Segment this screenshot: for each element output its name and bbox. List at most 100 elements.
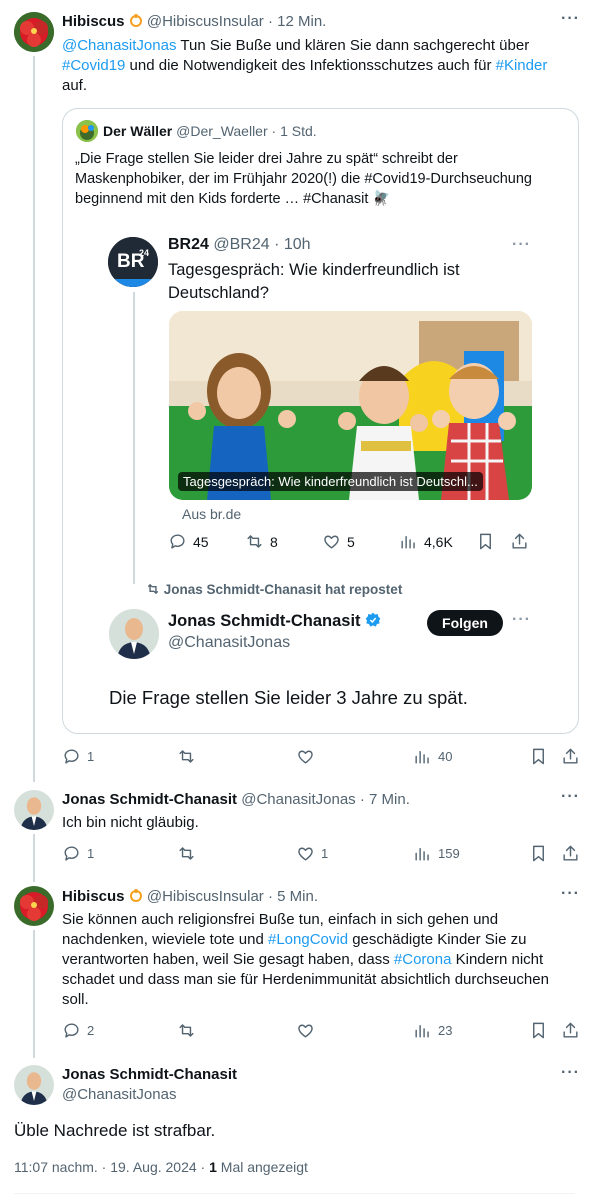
retweet-icon <box>179 750 194 763</box>
hashtag-link[interactable]: #Corona <box>394 951 452 968</box>
author-name[interactable]: Jonas Schmidt-Chanasit <box>62 791 237 808</box>
retweet-button[interactable]: 8 <box>245 532 278 551</box>
more-icon[interactable]: ··· <box>561 10 580 28</box>
quote-author-name[interactable]: Der Wäller <box>103 123 172 139</box>
like-button[interactable]: 5 <box>322 532 355 551</box>
more-icon[interactable]: ··· <box>512 611 531 629</box>
tweet-time[interactable]: · 12 Min. <box>268 13 326 30</box>
br24-logo-sup: 24 <box>139 248 150 258</box>
share-button[interactable] <box>561 747 580 766</box>
thread-line <box>33 930 35 1058</box>
br24-name[interactable]: BR24 <box>168 236 209 253</box>
quote-text-line: „Die Frage stellen Sie leider drei Jahre… <box>75 151 458 167</box>
br24-handle[interactable]: @BR24 <box>213 236 269 253</box>
divider <box>14 1193 575 1194</box>
jonas-card-handle[interactable]: @ChanasitJonas <box>168 634 290 652</box>
hibiscus-flower-image <box>14 886 54 926</box>
br24-time[interactable]: · 10h <box>274 236 310 253</box>
link-card-image[interactable]: Tagesgespräch: Wie kinderfreundlich ist … <box>169 311 532 500</box>
reply-button[interactable]: 45 <box>168 532 209 551</box>
views-count: 40 <box>438 749 453 764</box>
tweet-text-line: schadet und dass man sie für Herdenimmun… <box>62 971 549 988</box>
avatar-br24[interactable]: BR 24 <box>108 237 158 287</box>
views-icon <box>401 536 415 549</box>
reply-button[interactable]: 2 <box>62 1021 94 1040</box>
main-author-name[interactable]: Jonas Schmidt-Chanasit <box>62 1066 237 1083</box>
retweet-button[interactable] <box>177 1021 202 1040</box>
main-timestamp[interactable]: 11:07 nachm. · 19. Aug. 2024 · <box>14 1159 209 1175</box>
quote-author-handle[interactable]: @Der_Waeller <box>176 123 268 139</box>
like-icon <box>298 750 313 764</box>
repost-icon <box>146 582 160 596</box>
hashtag-link[interactable]: #Covid19 <box>62 57 125 74</box>
der-waeller-avatar-image <box>76 120 98 142</box>
more-icon[interactable]: ··· <box>512 236 531 254</box>
like-icon <box>298 1024 313 1038</box>
verified-badge-icon <box>365 612 381 628</box>
tweet-text-line: soll. <box>62 991 89 1008</box>
like-button[interactable] <box>296 747 321 766</box>
retweet-count: 8 <box>270 533 278 550</box>
more-icon[interactable]: ··· <box>561 885 580 903</box>
author-handle[interactable]: @HibiscusInsular <box>147 888 264 905</box>
hashtag-link[interactable]: #LongCovid <box>268 931 348 948</box>
thread-line <box>133 292 135 584</box>
repost-banner-text[interactable]: Jonas Schmidt-Chanasit hat repostet <box>164 582 403 597</box>
reply-button[interactable]: 1 <box>62 844 94 863</box>
reply-count: 2 <box>87 1023 95 1038</box>
bookmark-button[interactable] <box>529 844 548 863</box>
avatar-der-waeller[interactable] <box>76 120 98 142</box>
more-icon[interactable]: ··· <box>561 788 580 806</box>
like-button[interactable] <box>296 1021 321 1040</box>
reply-button[interactable]: 1 <box>62 747 94 766</box>
quote-text-line: beginnend mit den Kids forderte … #Chana… <box>75 191 391 207</box>
share-button[interactable] <box>561 1021 580 1040</box>
hashtag-link[interactable]: #Kinder <box>496 57 548 74</box>
tweet-time[interactable]: · 5 Min. <box>268 888 318 905</box>
avatar-hibiscus[interactable] <box>14 12 54 52</box>
jonas-card-name[interactable]: Jonas Schmidt-Chanasit <box>168 612 361 630</box>
views-button[interactable]: 4,6K <box>399 532 453 551</box>
mention-link[interactable]: @ChanasitJonas <box>62 37 176 54</box>
views-button[interactable]: 159 <box>413 844 460 863</box>
more-icon[interactable]: ··· <box>561 1064 580 1082</box>
views-button[interactable]: 23 <box>413 1021 452 1040</box>
views-icon <box>415 1025 429 1038</box>
tweet-header: Hibiscus @HibiscusInsular · 5 Min. <box>62 888 318 905</box>
main-author-handle[interactable]: @ChanasitJonas <box>62 1086 176 1103</box>
link-source[interactable]: Aus br.de <box>182 506 241 522</box>
quote-text: „Die Frage stellen Sie leider drei Jahre… <box>75 149 575 209</box>
repost-banner: Jonas Schmidt-Chanasit hat repostet <box>146 582 402 597</box>
like-button[interactable]: 1 <box>296 844 328 863</box>
avatar-jonas[interactable] <box>14 1065 54 1105</box>
reply-count: 1 <box>87 749 95 764</box>
quote-time[interactable]: · 1 Std. <box>272 123 317 139</box>
author-name[interactable]: Hibiscus <box>62 888 125 905</box>
views-button[interactable]: 40 <box>413 747 452 766</box>
share-icon <box>563 1022 578 1038</box>
follow-button[interactable]: Folgen <box>427 610 503 636</box>
tweet-text-line: verantworten haben, weil Sie gesagt habe… <box>62 950 582 970</box>
avatar-jonas[interactable] <box>109 609 159 659</box>
bookmark-button[interactable] <box>529 747 548 766</box>
bookmark-button[interactable] <box>476 532 495 551</box>
tweet-time[interactable]: · 7 Min. <box>360 791 410 808</box>
avatar-jonas[interactable] <box>14 790 54 830</box>
br24-text-line: Deutschland? <box>168 284 269 302</box>
retweet-button[interactable] <box>177 844 202 863</box>
share-button[interactable] <box>510 532 529 551</box>
share-button[interactable] <box>561 844 580 863</box>
br24-text-line: Tagesgespräch: Wie kinderfreundlich ist <box>168 261 460 279</box>
reply-icon <box>64 749 79 764</box>
retweet-button[interactable] <box>177 747 202 766</box>
author-handle[interactable]: @HibiscusInsular <box>147 13 264 30</box>
bookmark-button[interactable] <box>529 1021 548 1040</box>
author-handle[interactable]: @ChanasitJonas <box>241 791 355 808</box>
like-count: 5 <box>347 533 355 550</box>
tweet3-actions: 2 23 <box>62 1021 580 1043</box>
author-name[interactable]: Hibiscus <box>62 13 125 30</box>
bookmark-icon <box>533 1022 544 1039</box>
tweet-text-part: verantworten haben, weil Sie gesagt habe… <box>62 951 394 968</box>
avatar-hibiscus[interactable] <box>14 886 54 926</box>
jonas-card-text: Die Frage stellen Sie leider 3 Jahre zu … <box>109 687 468 708</box>
